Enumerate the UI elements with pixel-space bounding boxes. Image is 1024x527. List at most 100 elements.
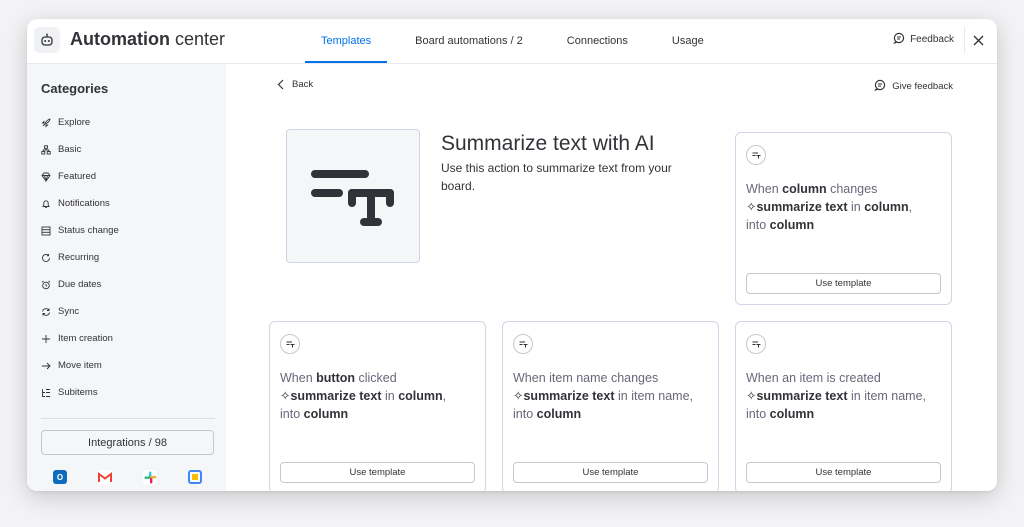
recipe-text: in: [847, 389, 865, 403]
recipe-source: item name: [631, 389, 690, 403]
outlook-icon[interactable]: O: [53, 470, 67, 484]
recipe-source: column: [864, 200, 909, 214]
automation-center-window: Automation center Templates Board automa…: [27, 19, 997, 491]
recipe-text: clicked: [355, 371, 397, 385]
google-calendar-icon[interactable]: [188, 470, 202, 484]
rocket-icon: [41, 117, 51, 128]
recipe-trigger-field: button: [316, 371, 356, 385]
feedback-icon: [893, 32, 905, 47]
summarize-icon: [280, 334, 300, 354]
recipe-text: When: [746, 182, 783, 196]
recurring-icon: [42, 253, 50, 262]
category-sync[interactable]: Sync: [41, 298, 119, 325]
template-recipe: When item name changes ✧summarize text i…: [513, 371, 694, 421]
give-feedback-button[interactable]: Give feedback: [874, 79, 953, 94]
use-template-button[interactable]: Use template: [746, 273, 941, 294]
ai-sparkle-icon: ✧: [280, 389, 291, 403]
sync-icon: [42, 307, 50, 316]
template-recipe: When column changes ✧summarize text in c…: [746, 182, 913, 232]
recipe-action: summarize text: [290, 389, 382, 403]
category-label: Subitems: [58, 387, 98, 398]
recipe-source: column: [398, 389, 443, 403]
feedback-button[interactable]: Feedback: [893, 32, 954, 47]
recipe-text: into: [746, 407, 770, 421]
recipe-text: When an item is created: [746, 371, 881, 385]
header: Automation center Templates Board automa…: [27, 19, 997, 64]
tab-connections[interactable]: Connections: [545, 19, 650, 63]
recipe-text: into: [280, 407, 304, 421]
close-icon[interactable]: [969, 31, 987, 49]
use-template-button[interactable]: Use template: [513, 462, 708, 483]
template-card: When an item is created ✧summarize text …: [735, 321, 952, 491]
recipe-text: into: [513, 407, 537, 421]
template-title: Summarize text with AI: [441, 132, 655, 155]
ai-sparkle-icon: ✧: [746, 389, 757, 403]
category-list: Explore Basic Featured Notifications Sta…: [41, 109, 119, 406]
diamond-icon: [41, 172, 51, 182]
recipe-target: column: [769, 218, 815, 232]
category-status-change[interactable]: Status change: [41, 217, 119, 244]
category-label: Due dates: [58, 279, 102, 290]
integrations-button[interactable]: Integrations / 98: [41, 430, 214, 455]
category-basic[interactable]: Basic: [41, 136, 119, 163]
category-label: Sync: [58, 306, 80, 317]
feedback-icon: [874, 79, 886, 94]
category-item-creation[interactable]: Item creation: [41, 325, 119, 352]
robot-icon: [34, 27, 60, 53]
category-notifications[interactable]: Notifications: [41, 190, 119, 217]
category-recurring[interactable]: Recurring: [41, 244, 119, 271]
template-recipe: When button clicked ✧summarize text in c…: [280, 371, 447, 421]
recipe-source: item name: [864, 389, 923, 403]
use-template-button[interactable]: Use template: [746, 462, 941, 483]
template-description: Use this action to summarize text from y…: [441, 161, 672, 193]
use-template-button[interactable]: Use template: [280, 462, 475, 483]
category-label: Basic: [58, 144, 82, 155]
app-title-bold: Automation: [70, 29, 170, 49]
gmail-icon[interactable]: [98, 470, 112, 484]
template-card: When item name changes ✧summarize text i…: [502, 321, 719, 491]
recipe-action: summarize text: [756, 200, 848, 214]
template-recipe: When an item is created ✧summarize text …: [746, 371, 927, 421]
tab-usage[interactable]: Usage: [650, 19, 726, 63]
plus-icon: [42, 334, 50, 343]
category-due-dates[interactable]: Due dates: [41, 271, 119, 298]
recipe-trigger-field: column: [782, 182, 827, 196]
template-card: When column changes ✧summarize text in c…: [735, 132, 952, 305]
category-label: Item creation: [58, 333, 113, 344]
category-label: Recurring: [58, 252, 100, 263]
recipe-text: in: [381, 389, 399, 403]
category-label: Notifications: [58, 198, 110, 209]
back-button[interactable]: Back: [277, 79, 313, 90]
category-label: Explore: [58, 117, 91, 128]
ai-sparkle-icon: ✧: [513, 389, 524, 403]
template-detail: Back Give feedback Summarize text with A…: [226, 64, 997, 491]
hierarchy-icon: [41, 144, 51, 154]
feedback-label: Feedback: [910, 34, 954, 45]
category-label: Move item: [58, 360, 102, 371]
recipe-target: column: [303, 407, 349, 421]
recipe-action: summarize text: [756, 389, 848, 403]
recipe-text: When: [280, 371, 317, 385]
categories-title: Categories: [41, 81, 109, 96]
category-move-item[interactable]: Move item: [41, 352, 119, 379]
tab-bar: Templates Board automations / 2 Connecti…: [299, 19, 726, 63]
summarize-icon: [746, 334, 766, 354]
recipe-text: changes: [826, 182, 878, 196]
tab-board-automations[interactable]: Board automations / 2: [393, 19, 545, 63]
category-explore[interactable]: Explore: [41, 109, 119, 136]
summarize-icon: [746, 145, 766, 165]
categories-sidebar: Categories Explore Basic Featured Notifi…: [27, 64, 226, 491]
slack-icon[interactable]: [143, 470, 157, 484]
category-subitems[interactable]: Subitems: [41, 379, 119, 406]
chevron-left-icon: [277, 79, 284, 90]
status-icon: [41, 226, 51, 235]
category-featured[interactable]: Featured: [41, 163, 119, 190]
summarize-icon: [513, 334, 533, 354]
template-card: When button clicked ✧summarize text in c…: [269, 321, 486, 491]
alarm-icon: [41, 280, 51, 289]
sidebar-divider: [41, 418, 215, 419]
tab-templates[interactable]: Templates: [299, 19, 393, 63]
recipe-text: in: [614, 389, 632, 403]
subitems-icon: [42, 388, 50, 397]
recipe-target: column: [769, 407, 815, 421]
